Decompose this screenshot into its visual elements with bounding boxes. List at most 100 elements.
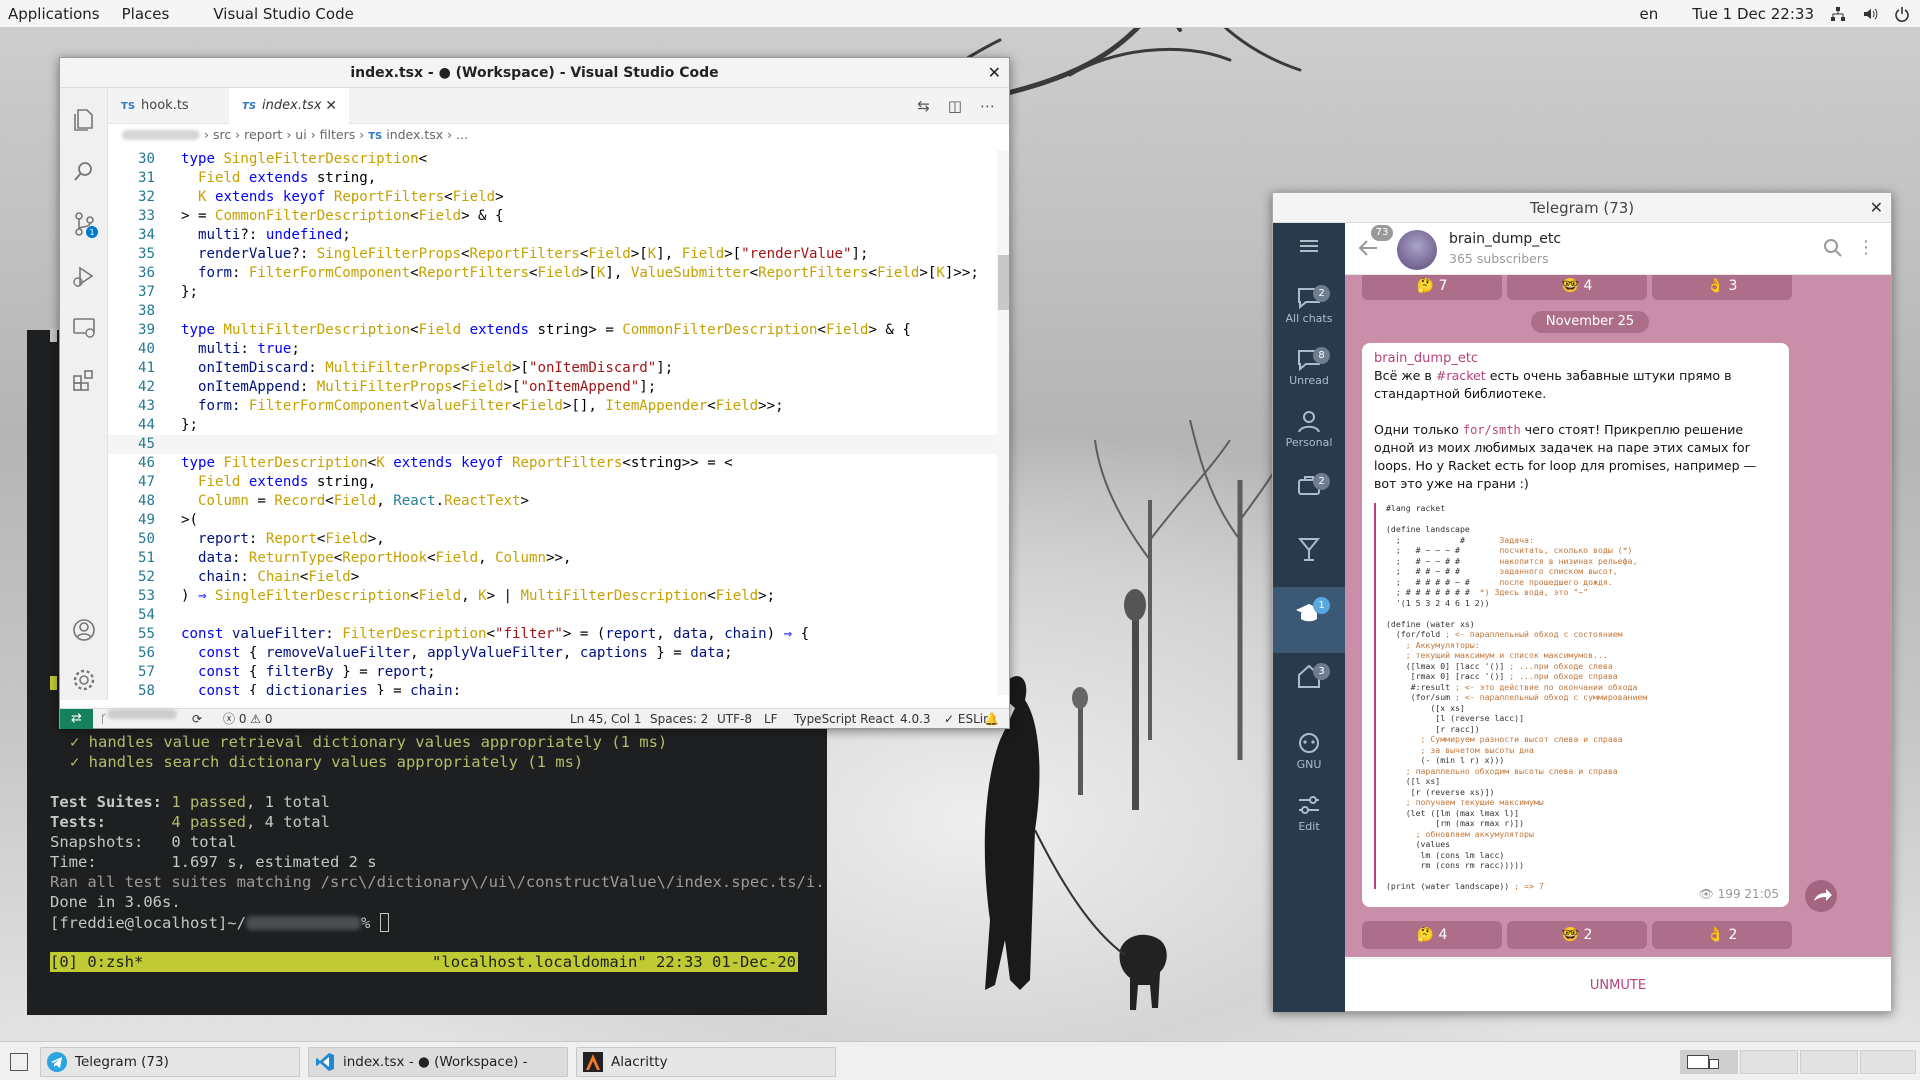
breadcrumb-item[interactable]: filters [320, 127, 356, 142]
breadcrumb-item[interactable]: ui [295, 127, 306, 142]
value: 1 passed [171, 793, 246, 811]
places-menu[interactable]: Places [114, 5, 184, 23]
active-app-menu[interactable]: Visual Studio Code [183, 5, 368, 23]
line-number: 57 [138, 664, 155, 680]
folder-cocktail[interactable] [1273, 535, 1345, 566]
hashtag-link[interactable]: #racket [1436, 368, 1486, 383]
more-actions-icon[interactable]: ⋯ [980, 97, 995, 115]
reaction-button[interactable]: 👌 3 [1652, 275, 1792, 300]
unread-badge: 8 [1313, 347, 1330, 364]
volume-icon[interactable] [1862, 6, 1878, 22]
folder-work[interactable]: 2 [1273, 473, 1345, 500]
git-branch-icon[interactable]: ᚴ [100, 709, 178, 729]
tab-index-tsx[interactable]: TS index.tsx ✕ [229, 88, 349, 124]
value: , 1 total [245, 793, 330, 811]
network-icon[interactable] [1830, 6, 1846, 22]
breadcrumb-item[interactable]: report [244, 127, 282, 142]
remote-indicator-icon[interactable]: ⇄ [60, 709, 93, 729]
code-text: type FilterDescription<K extends keyof R… [181, 455, 733, 471]
unread-badge: 3 [1313, 663, 1330, 680]
workspace-1[interactable] [1680, 1050, 1738, 1074]
compare-changes-icon[interactable]: ⇆ [917, 97, 930, 115]
keyboard-layout[interactable]: en [1640, 5, 1659, 23]
menu-hamburger-icon[interactable] [1273, 237, 1345, 258]
reaction-button[interactable]: 🤔 4 [1362, 921, 1502, 949]
folder-education[interactable]: 1 [1273, 587, 1345, 653]
line-number: 42 [138, 379, 155, 395]
close-icon[interactable]: ✕ [988, 58, 1001, 88]
message-history[interactable]: 🤔 7 🤓 4 👌 3 November 25 brain_dump_etc В… [1345, 275, 1891, 957]
sync-icon[interactable]: ⟳ [192, 709, 202, 729]
code-editor[interactable]: 30 type SingleFilterDescription< 31 Field… [108, 150, 997, 695]
line-number: 33 [138, 208, 155, 224]
power-icon[interactable] [1894, 6, 1910, 22]
workspace-4[interactable] [1860, 1050, 1916, 1074]
taskbar-telegram[interactable]: Telegram (73) [40, 1047, 300, 1077]
settings-gear-icon[interactable] [70, 666, 98, 694]
more-options-icon[interactable]: ⋮ [1857, 237, 1875, 258]
remote-explorer-icon[interactable] [70, 314, 98, 342]
avatar[interactable] [1397, 230, 1437, 270]
close-icon[interactable]: ✕ [1870, 193, 1883, 223]
breadcrumb-item[interactable]: ... [456, 127, 468, 142]
tmux-status-right: "localhost.localdomain" 22:33 01-Dec-20 [432, 953, 796, 971]
status-bar: ⇄ ᚴ ⟳ ⓧ 0 ⚠ 0 Ln 45, Col 1 Spaces: 2 UTF… [60, 708, 1009, 729]
workspace-3[interactable] [1800, 1050, 1858, 1074]
problems-indicator[interactable]: ⓧ 0 ⚠ 0 [223, 709, 272, 729]
run-debug-icon[interactable] [70, 262, 98, 290]
code-text: onItemDiscard: MultiFilterProps<Field>["… [197, 360, 674, 376]
account-icon[interactable] [70, 616, 98, 644]
forward-share-icon[interactable] [1805, 880, 1837, 912]
encoding[interactable]: UTF-8 [717, 709, 752, 729]
folders-sidebar: All chats 2 Unread 8 Personal 2 1 3 GNU Ed… [1273, 223, 1345, 1012]
taskbar-alacritty[interactable]: Alacritty [576, 1047, 836, 1077]
search-icon[interactable] [70, 158, 98, 186]
code-line: 52 chain: Chain<Field> [108, 568, 997, 587]
folder-home[interactable]: 3 [1273, 663, 1345, 692]
folder-gnu[interactable]: GNU [1273, 731, 1345, 771]
reaction-button[interactable]: 🤓 4 [1507, 275, 1647, 300]
code-screenshot-image[interactable]: #lang racket (define landscape ; # Задач… [1374, 503, 1774, 891]
split-editor-icon[interactable]: ◫ [948, 97, 962, 115]
scrollbar-thumb[interactable] [998, 255, 1009, 310]
notifications-bell-icon[interactable]: 🔔 [984, 709, 999, 729]
taskbar-vscode[interactable]: index.tsx - ● (Workspace) - Visual ... [308, 1047, 568, 1077]
code-text: type MultiFilterDescription<Field extend… [181, 322, 911, 338]
extensions-icon[interactable] [70, 366, 98, 394]
code-line: 37}; [108, 283, 997, 302]
channel-name[interactable]: brain_dump_etc [1449, 231, 1561, 247]
terminal-fragment [50, 328, 57, 346]
explorer-icon[interactable] [70, 106, 98, 134]
tmux-window[interactable]: [0] 0:zsh* [50, 953, 143, 971]
workspace-2[interactable] [1740, 1050, 1798, 1074]
indentation[interactable]: Spaces: 2 [650, 709, 708, 729]
reaction-button[interactable]: 🤔 7 [1362, 275, 1502, 300]
language-mode[interactable]: TypeScript React [794, 709, 894, 729]
folder-edit[interactable]: Edit [1273, 793, 1345, 833]
typescript-version[interactable]: 4.0.3 [900, 709, 931, 729]
breadcrumb-item[interactable]: src [213, 127, 231, 142]
tab-hook-ts[interactable]: TS hook.ts [108, 88, 228, 124]
clock[interactable]: Tue 1 Dec 22:33 [1692, 5, 1814, 23]
reaction-button[interactable]: 👌 2 [1652, 921, 1792, 949]
folder-personal[interactable]: Personal [1273, 409, 1345, 449]
folder-unread[interactable]: Unread 8 [1273, 347, 1345, 387]
line-ending[interactable]: LF [764, 709, 778, 729]
code-line: 51 data: ReturnType<ReportHook<Field, Co… [108, 549, 997, 568]
show-desktop-icon[interactable] [10, 1053, 28, 1071]
message-author[interactable]: brain_dump_etc [1374, 351, 1777, 366]
folder-all-chats[interactable]: All chats 2 [1273, 285, 1345, 325]
terminal-prompt: [freddie@localhost]~/% [50, 913, 389, 932]
code-line: 39 type MultiFilterDescription<Field exte… [108, 321, 997, 340]
channel-message[interactable]: brain_dump_etc Всё же в #racket есть оче… [1362, 343, 1789, 907]
applications-menu[interactable]: Applications [0, 5, 114, 23]
breadcrumb-item[interactable]: index.tsx [386, 127, 443, 142]
source-control-icon[interactable]: 1 [70, 210, 98, 238]
search-icon[interactable] [1823, 238, 1843, 262]
close-tab-icon[interactable]: ✕ [325, 88, 337, 124]
editor-scrollbar[interactable] [997, 150, 1009, 695]
cursor-position[interactable]: Ln 45, Col 1 [570, 709, 642, 729]
editor-actions: ⇆ ◫ ⋯ [917, 88, 995, 124]
reaction-button[interactable]: 🤓 2 [1507, 921, 1647, 949]
unmute-button[interactable]: UNMUTE [1345, 958, 1891, 1011]
